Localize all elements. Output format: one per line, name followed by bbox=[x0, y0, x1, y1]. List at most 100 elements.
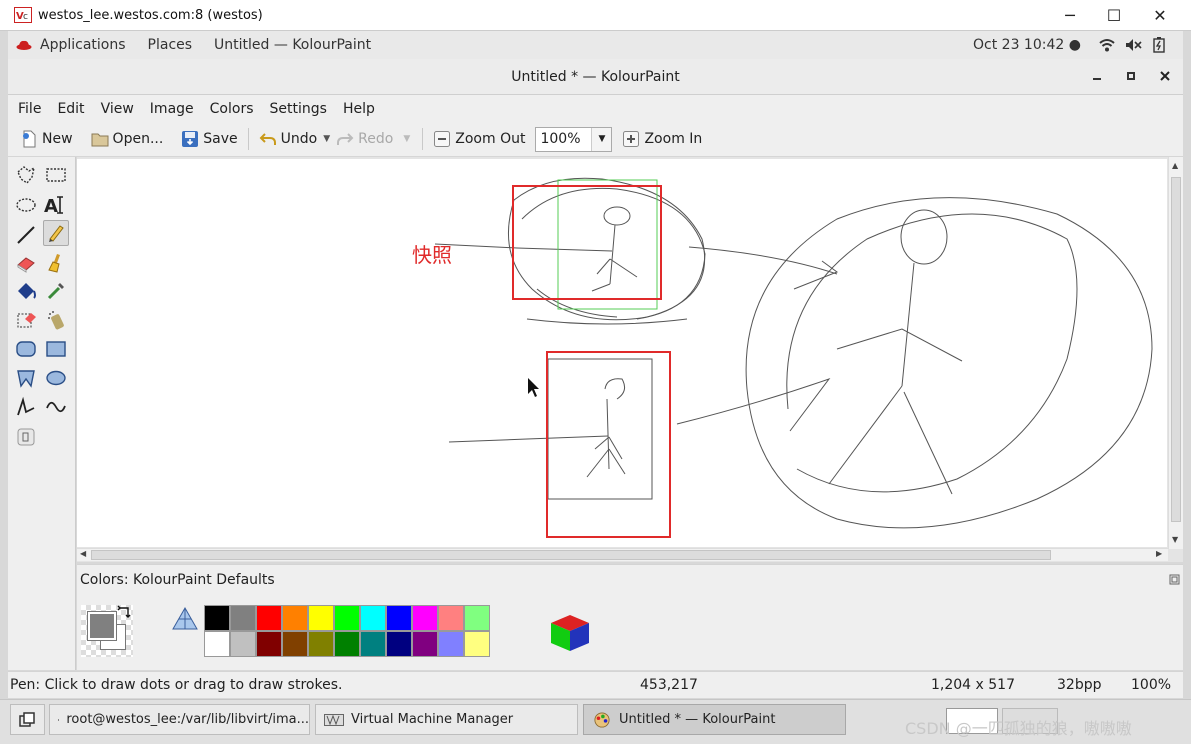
color-swatch[interactable] bbox=[412, 631, 438, 657]
undo-dropdown[interactable]: ▼ bbox=[321, 125, 332, 153]
scroll-down-icon[interactable]: ▼ bbox=[1172, 535, 1178, 544]
connected-lines-tool[interactable] bbox=[13, 394, 39, 420]
menu-view[interactable]: View bbox=[101, 101, 134, 117]
zoom-level-combo[interactable]: 100% ▼ bbox=[535, 126, 613, 152]
new-button[interactable]: New bbox=[16, 125, 77, 153]
menu-edit[interactable]: Edit bbox=[57, 101, 84, 117]
show-desktop-icon bbox=[19, 711, 35, 727]
color-swatch[interactable] bbox=[256, 631, 282, 657]
menu-settings[interactable]: Settings bbox=[270, 101, 327, 117]
color-swatch[interactable] bbox=[230, 631, 256, 657]
rounded-rectangle-tool[interactable] bbox=[13, 336, 39, 362]
color-swatch[interactable] bbox=[360, 631, 386, 657]
pen-tool[interactable] bbox=[43, 220, 69, 246]
swap-colors-icon[interactable] bbox=[117, 605, 133, 621]
minimize-button[interactable]: ─ bbox=[1047, 0, 1093, 31]
vertical-scrollbar[interactable]: ▲ ▼ bbox=[1168, 157, 1183, 549]
menu-image[interactable]: Image bbox=[150, 101, 194, 117]
color-swatch[interactable] bbox=[386, 631, 412, 657]
rectangular-selection-tool[interactable] bbox=[43, 162, 69, 188]
transparent-color-icon[interactable] bbox=[171, 607, 199, 633]
scroll-up-icon[interactable]: ▲ bbox=[1172, 161, 1178, 170]
color-well[interactable] bbox=[81, 605, 133, 657]
color-swatch[interactable] bbox=[256, 605, 282, 631]
eraser-tool[interactable] bbox=[13, 250, 39, 276]
framed-sketch bbox=[448, 358, 653, 500]
color-palette-label: Colors: KolourPaint Defaults bbox=[80, 572, 275, 588]
color-swatch[interactable] bbox=[360, 605, 386, 631]
maximize-button[interactable]: ☐ bbox=[1091, 0, 1137, 31]
volume-icon bbox=[1126, 39, 1142, 51]
wifi-icon bbox=[1099, 39, 1115, 52]
horizontal-scroll-thumb[interactable] bbox=[91, 550, 1051, 560]
tool-option-button[interactable] bbox=[16, 427, 36, 447]
color-picker-tool[interactable] bbox=[43, 278, 69, 304]
close-button[interactable]: ✕ bbox=[1137, 0, 1183, 31]
applications-menu[interactable]: Applications bbox=[16, 37, 126, 53]
brush-tool[interactable] bbox=[43, 250, 69, 276]
kp-close-button[interactable] bbox=[1156, 67, 1174, 85]
rectangle-tool[interactable] bbox=[43, 336, 69, 362]
color-swatch[interactable] bbox=[230, 605, 256, 631]
color-swatch[interactable] bbox=[412, 605, 438, 631]
red-frame-snapshot bbox=[512, 185, 662, 300]
show-desktop-button[interactable] bbox=[10, 704, 45, 735]
curve-tool[interactable] bbox=[43, 394, 69, 420]
system-tray[interactable] bbox=[1099, 37, 1165, 53]
eraser-icon bbox=[17, 257, 35, 273]
chevron-down-icon[interactable]: ▼ bbox=[591, 127, 612, 151]
color-swatch[interactable] bbox=[438, 631, 464, 657]
color-swatch[interactable] bbox=[386, 605, 412, 631]
undo-button[interactable]: Undo bbox=[255, 125, 322, 153]
color-swatch[interactable] bbox=[464, 631, 490, 657]
redo-dropdown[interactable]: ▼ bbox=[397, 125, 416, 153]
color-swatch[interactable] bbox=[282, 631, 308, 657]
color-eraser-tool[interactable] bbox=[13, 307, 39, 333]
elliptical-selection-tool[interactable] bbox=[13, 192, 39, 218]
text-tool[interactable]: A bbox=[43, 192, 69, 218]
color-swatch[interactable] bbox=[438, 605, 464, 631]
drawing-canvas[interactable]: 快照 bbox=[77, 159, 1167, 547]
zoom-out-button[interactable]: Zoom Out bbox=[429, 125, 529, 153]
task-kolourpaint[interactable]: Untitled * — KolourPaint bbox=[583, 704, 846, 735]
color-swatch[interactable] bbox=[204, 605, 230, 631]
spraycan-tool[interactable] bbox=[43, 307, 69, 333]
redo-button[interactable]: Redo bbox=[332, 125, 397, 153]
color-swatch[interactable] bbox=[308, 605, 334, 631]
polygon-tool[interactable] bbox=[13, 365, 39, 391]
task-virt-manager[interactable]: Virtual Machine Manager bbox=[315, 704, 578, 735]
color-swatch[interactable] bbox=[204, 631, 230, 657]
open-button[interactable]: Open... bbox=[87, 125, 168, 153]
vertical-scroll-thumb[interactable] bbox=[1171, 177, 1181, 522]
horizontal-scrollbar[interactable]: ◀ ▶ bbox=[77, 548, 1168, 561]
foreground-color-swatch[interactable] bbox=[87, 611, 117, 641]
color-swatch[interactable] bbox=[464, 605, 490, 631]
color-swatch[interactable] bbox=[334, 605, 360, 631]
color-swatch[interactable] bbox=[308, 631, 334, 657]
menu-file[interactable]: File bbox=[18, 101, 41, 117]
places-menu[interactable]: Places bbox=[148, 37, 193, 53]
active-app-label[interactable]: Untitled — KolourPaint bbox=[214, 37, 371, 53]
save-button[interactable]: Save bbox=[177, 125, 241, 153]
menu-colors[interactable]: Colors bbox=[210, 101, 254, 117]
task-terminal[interactable]: root@westos_lee:/var/lib/libvirt/ima... bbox=[49, 704, 310, 735]
tool-option-icon bbox=[17, 428, 35, 446]
color-cube-icon[interactable] bbox=[549, 609, 591, 653]
scroll-right-icon[interactable]: ▶ bbox=[1156, 549, 1162, 558]
undock-icon[interactable] bbox=[1169, 574, 1180, 585]
zoom-in-button[interactable]: Zoom In bbox=[618, 125, 706, 153]
free-form-selection-tool[interactable] bbox=[13, 162, 39, 188]
line-tool[interactable] bbox=[13, 222, 39, 248]
clock[interactable]: Oct 23 10:42 ● bbox=[973, 37, 1081, 53]
color-swatch[interactable] bbox=[334, 631, 360, 657]
scroll-left-icon[interactable]: ◀ bbox=[80, 549, 86, 558]
kp-maximize-button[interactable] bbox=[1122, 67, 1140, 85]
lasso-select-icon bbox=[17, 166, 36, 184]
kp-minimize-button[interactable] bbox=[1088, 67, 1106, 85]
menu-help[interactable]: Help bbox=[343, 101, 375, 117]
canvas-scroll-area[interactable]: 快照 ▲ ▼ ◀ ▶ bbox=[77, 157, 1183, 562]
flood-fill-tool[interactable] bbox=[13, 278, 39, 304]
color-swatch[interactable] bbox=[282, 605, 308, 631]
ellipse-tool[interactable] bbox=[43, 365, 69, 391]
new-label: New bbox=[42, 131, 73, 147]
